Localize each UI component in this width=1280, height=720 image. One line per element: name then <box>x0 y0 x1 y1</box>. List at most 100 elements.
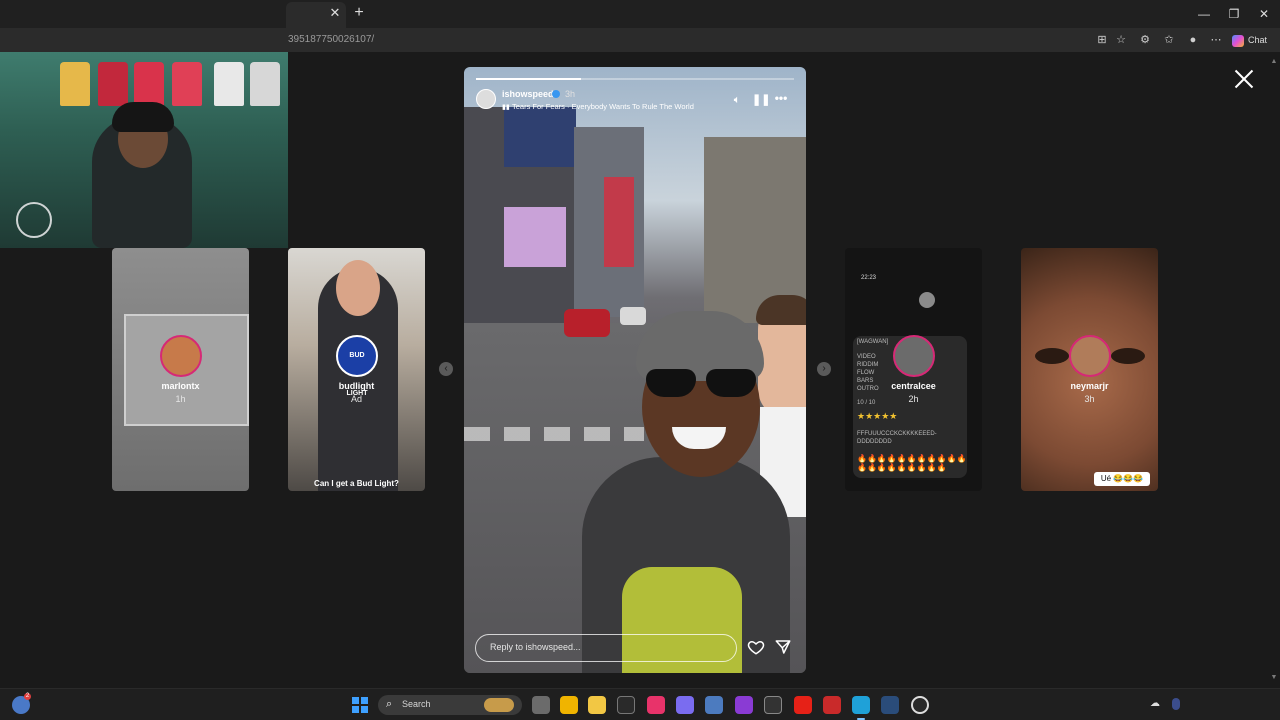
minimize-icon[interactable]: — <box>1196 6 1212 22</box>
profile-icon[interactable]: ● <box>1185 32 1201 48</box>
copilot-icon <box>1232 34 1244 47</box>
close-icon[interactable] <box>1233 68 1255 90</box>
scroll-up-icon[interactable]: ▲ <box>1270 58 1278 66</box>
capcut-icon[interactable] <box>764 696 782 714</box>
youtube-icon[interactable] <box>794 696 812 714</box>
story-card-centralcee[interactable]: 22:23 [WAGWAN] VIDEO RIDDIM FLOW BARS OU… <box>845 248 982 491</box>
story-username: centralcee <box>891 381 936 391</box>
phone-status-time: 22:23 <box>861 275 877 281</box>
task-view-icon[interactable] <box>532 696 550 714</box>
message-line: FLOW <box>857 370 875 376</box>
close-window-icon[interactable]: ✕ <box>1256 6 1272 22</box>
ad-face-image <box>336 260 380 316</box>
heart-icon[interactable] <box>747 638 765 656</box>
taskbar-search-input[interactable]: ⌕ Search <box>378 695 522 715</box>
more-menu-icon[interactable]: ⋯ <box>1208 32 1224 48</box>
avatar <box>1069 335 1111 377</box>
sunglasses-lens <box>706 369 756 397</box>
jersey-image <box>98 62 128 106</box>
steam-icon[interactable] <box>881 696 899 714</box>
previous-story-chevron-icon[interactable]: ‹ <box>439 362 453 376</box>
copilot-button[interactable]: Chat <box>1232 31 1276 49</box>
sunglasses-image <box>642 369 760 399</box>
microphone-tray-icon[interactable] <box>1172 698 1180 710</box>
main-story[interactable]: ishowspeed 3h ▮▮ Tears For Fears · Every… <box>464 67 806 673</box>
vertical-scrollbar[interactable]: ▲ ▼ <box>1268 52 1280 688</box>
favorite-star-icon[interactable]: ☆ <box>1113 32 1129 48</box>
steam-icon[interactable] <box>705 696 723 714</box>
start-windows-icon[interactable] <box>352 697 368 713</box>
eye-image <box>1111 348 1145 364</box>
next-story-chevron-icon[interactable]: › <box>817 362 831 376</box>
taskbar-search-placeholder: Search <box>402 699 431 709</box>
jersey-image <box>60 62 90 106</box>
story-card-budlight[interactable]: BUD LIGHT budlight Ad Can I get a Bud Li… <box>288 248 425 491</box>
browser-tab-strip: ✕ + — ❐ ✕ <box>0 0 1280 28</box>
story-song[interactable]: Tears For Fears · Everybody Wants To Rul… <box>512 102 694 111</box>
story-sticker-text: Ué 😂😂😂 <box>1094 472 1150 486</box>
message-line: VIDEO <box>857 354 876 360</box>
story-username[interactable]: ishowspeed <box>502 89 554 99</box>
cloud-icon[interactable]: ☁ <box>1150 698 1162 710</box>
epic-games-icon[interactable] <box>617 696 635 714</box>
billboard-image <box>504 107 576 167</box>
scroll-down-icon[interactable]: ▼ <box>1270 674 1278 682</box>
extensions-icon[interactable]: ⚙ <box>1137 32 1153 48</box>
url-field[interactable]: 3951877500261​07/ <box>288 33 374 49</box>
story-progress-fill <box>476 78 581 80</box>
story-username: budlight <box>338 381 375 391</box>
app-available-icon[interactable]: ⊞ <box>1094 32 1110 48</box>
story-time: 2h <box>908 394 919 404</box>
webcam-overlay <box>0 52 288 248</box>
streamer-hair <box>112 102 174 132</box>
message-emojis: 🔥🔥🔥🔥🔥🔥🔥🔥🔥🔥🔥🔥🔥🔥🔥🔥🔥🔥🔥🔥 <box>857 454 967 472</box>
story-time: 3h <box>565 89 576 99</box>
billboard-image <box>604 177 634 267</box>
obs-icon[interactable] <box>911 696 929 714</box>
search-highlight-image <box>484 698 514 712</box>
favorites-icon[interactable]: ✩ <box>1161 32 1177 48</box>
message-title: [WAGWAN] <box>857 339 889 345</box>
restore-icon[interactable]: ❐ <box>1226 6 1242 22</box>
reply-placeholder: Reply to ishowspeed... <box>490 642 581 652</box>
story-progress-bar <box>476 78 794 80</box>
address-bar: 3951877500261​07/ ⊞ ☆ ⚙ ✩ ● ⋯ Chat <box>0 28 1280 52</box>
file-explorer-icon[interactable] <box>588 696 606 714</box>
story-time: 1h <box>175 394 186 404</box>
story-card-marlontx[interactable]: marlontx 1h <box>112 248 249 491</box>
avatar[interactable] <box>476 89 496 109</box>
avatar <box>893 335 935 377</box>
car-image <box>564 309 610 337</box>
jersey-image <box>250 62 280 106</box>
reply-input[interactable]: Reply to ishowspeed... <box>475 634 737 662</box>
more-options-icon[interactable]: ••• <box>772 91 790 105</box>
message-stars: ★★★★★ <box>857 411 898 421</box>
jersey-image <box>134 62 164 106</box>
sunglasses-lens <box>646 369 696 397</box>
story-viewer-page: marlontx 1h BUD LIGHT budlight Ad Can I … <box>0 52 1280 688</box>
new-tab-button[interactable]: + <box>352 5 366 21</box>
notification-badge: 2 <box>24 693 31 700</box>
copilot-label: Chat <box>1248 35 1268 45</box>
app-icon[interactable] <box>735 696 753 714</box>
tab-close-icon[interactable]: ✕ <box>329 6 341 20</box>
microphone-image <box>16 202 52 238</box>
volume-icon[interactable]: 🔈︎ <box>730 93 744 107</box>
jersey-image <box>214 62 244 106</box>
avatar: BUD LIGHT <box>336 335 378 397</box>
jersey-image <box>172 62 202 106</box>
story-card-neymarjr[interactable]: neymarjr 3h Ué 😂😂😂 <box>1021 248 1158 491</box>
game-controller-icon[interactable] <box>676 696 694 714</box>
story-username: neymarjr <box>1070 381 1109 391</box>
car-image <box>620 307 646 325</box>
pause-icon[interactable]: ❚❚ <box>752 93 770 107</box>
send-icon[interactable] <box>774 638 792 656</box>
avatar <box>160 335 202 377</box>
message-text: FFFUUUCCCKCKKKKEEED-DDDDDDDD <box>857 431 937 445</box>
edge-browser-icon[interactable] <box>852 696 870 720</box>
message-line: RIDDIM <box>857 362 879 368</box>
app-icon[interactable] <box>560 696 578 714</box>
acrobat-icon[interactable] <box>823 696 841 714</box>
taskbar: 2 ⌕ Search ☁ <box>0 688 1280 720</box>
tiktok-icon[interactable] <box>647 696 665 714</box>
